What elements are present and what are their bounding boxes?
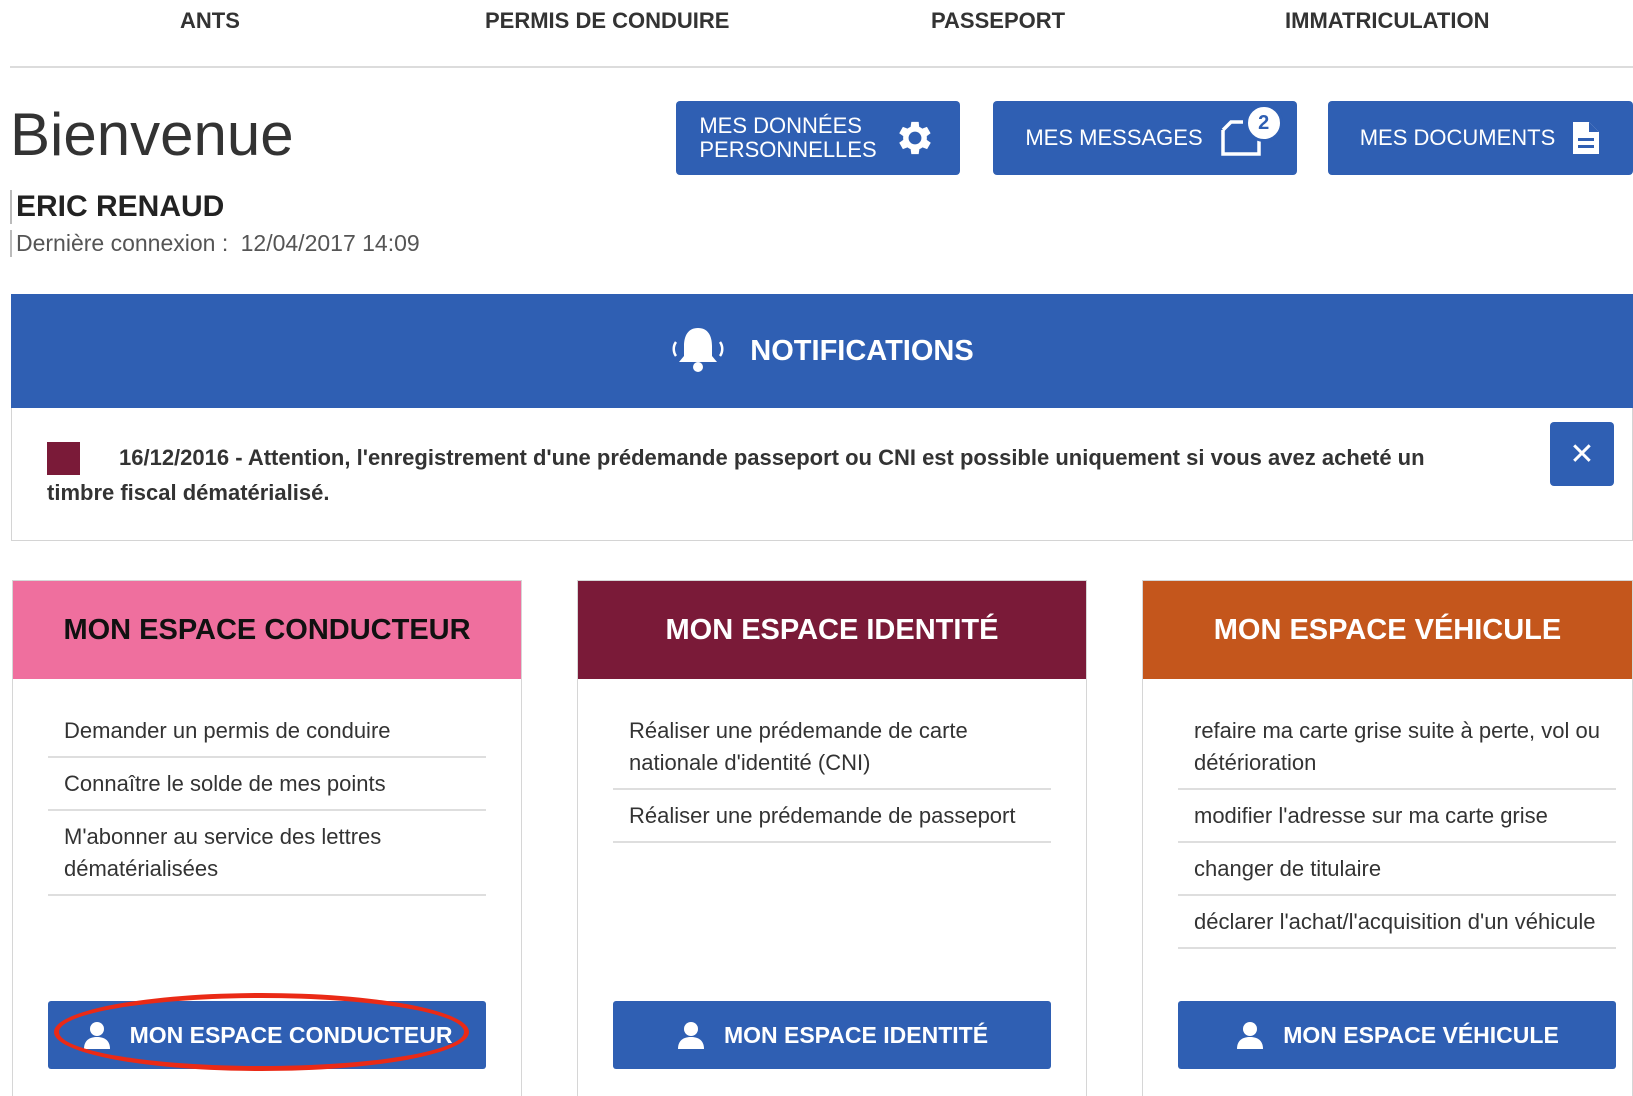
personal-data-line1: MES DONNÉES <box>699 113 862 138</box>
mon-espace-identite-button[interactable]: MON ESPACE IDENTITÉ <box>613 1001 1051 1069</box>
mon-espace-vehicule-button[interactable]: MON ESPACE VÉHICULE <box>1178 1001 1616 1069</box>
documents-label: MES DOCUMENTS <box>1359 125 1556 150</box>
user-name: ERIC RENAUD <box>10 190 224 224</box>
space-conducteur-list: Demander un permis de conduire Connaître… <box>48 705 486 896</box>
page-title: Bienvenue <box>10 101 294 168</box>
space-vehicule-card: MON ESPACE VÉHICULE refaire ma carte gri… <box>1142 580 1633 1096</box>
nav-ants[interactable]: ANTS <box>180 8 240 34</box>
messages-count-badge: 2 <box>1244 104 1283 142</box>
space-identite-list: Réaliser une prédemande de carte nationa… <box>613 705 1051 843</box>
gear-icon <box>893 116 937 160</box>
mon-espace-identite-label: MON ESPACE IDENTITÉ <box>723 1021 989 1048</box>
message-icon: 2 <box>1219 104 1283 158</box>
list-item[interactable]: déclarer l'achat/l'acquisition d'un véhi… <box>1178 896 1616 949</box>
list-item[interactable]: modifier l'adresse sur ma carte grise <box>1178 790 1616 843</box>
list-item[interactable]: M'abonner au service des lettres dématér… <box>48 811 486 896</box>
space-vehicule-list: refaire ma carte grise suite à perte, vo… <box>1178 705 1616 949</box>
list-item[interactable]: refaire ma carte grise suite à perte, vo… <box>1178 705 1616 790</box>
mon-espace-conducteur-button[interactable]: MON ESPACE CONDUCTEUR <box>48 1001 486 1069</box>
list-item[interactable]: Demander un permis de conduire <box>48 705 486 758</box>
personal-data-button[interactable]: MES DONNÉES PERSONNELLES <box>676 101 960 175</box>
user-icon <box>1235 1021 1265 1049</box>
space-identite-title: MON ESPACE IDENTITÉ <box>578 581 1086 679</box>
bell-icon <box>670 324 726 379</box>
list-item[interactable]: changer de titulaire <box>1178 843 1616 896</box>
documents-button[interactable]: MES DOCUMENTS <box>1328 101 1633 175</box>
messages-button[interactable]: MES MESSAGES 2 <box>993 101 1297 175</box>
space-conducteur-title: MON ESPACE CONDUCTEUR <box>13 581 521 679</box>
mon-espace-vehicule-label: MON ESPACE VÉHICULE <box>1283 1021 1559 1048</box>
user-icon <box>676 1021 706 1049</box>
messages-label: MES MESSAGES <box>1025 125 1203 150</box>
notifications-header: NOTIFICATIONS <box>11 294 1633 408</box>
close-notification-button[interactable]: ✕ <box>1550 422 1614 486</box>
personal-data-label: MES DONNÉES PERSONNELLES <box>699 114 876 162</box>
notifications-title: NOTIFICATIONS <box>750 334 974 367</box>
list-item[interactable]: Réaliser une prédemande de carte nationa… <box>613 705 1051 790</box>
last-login: Dernière connexion : 12/04/2017 14:09 <box>10 230 420 257</box>
list-item[interactable]: Réaliser une prédemande de passeport <box>613 790 1051 843</box>
document-icon <box>1571 120 1601 156</box>
nav-permis-de-conduire[interactable]: PERMIS DE CONDUIRE <box>485 8 729 34</box>
user-icon <box>82 1021 112 1049</box>
space-conducteur-card: MON ESPACE CONDUCTEUR Demander un permis… <box>12 580 522 1096</box>
list-item[interactable]: Connaître le solde de mes points <box>48 758 486 811</box>
notification-message: 16/12/2016 - Attention, l'enregistrement… <box>47 445 1425 505</box>
space-vehicule-title: MON ESPACE VÉHICULE <box>1143 581 1632 679</box>
personal-data-line2: PERSONNELLES <box>699 137 877 162</box>
nav-passeport[interactable]: PASSEPORT <box>931 8 1065 34</box>
nav-immatriculation[interactable]: IMMATRICULATION <box>1285 8 1489 34</box>
mon-espace-conducteur-label: MON ESPACE CONDUCTEUR <box>129 1021 453 1048</box>
top-nav: ANTS PERMIS DE CONDUIRE PASSEPORT IMMATR… <box>10 0 1633 68</box>
notification-item: 16/12/2016 - Attention, l'enregistrement… <box>11 408 1633 541</box>
last-login-label: Dernière connexion : <box>16 230 229 256</box>
last-login-value: 12/04/2017 14:09 <box>240 230 420 256</box>
close-icon: ✕ <box>1569 437 1595 471</box>
space-identite-card: MON ESPACE IDENTITÉ Réaliser une prédema… <box>577 580 1087 1096</box>
